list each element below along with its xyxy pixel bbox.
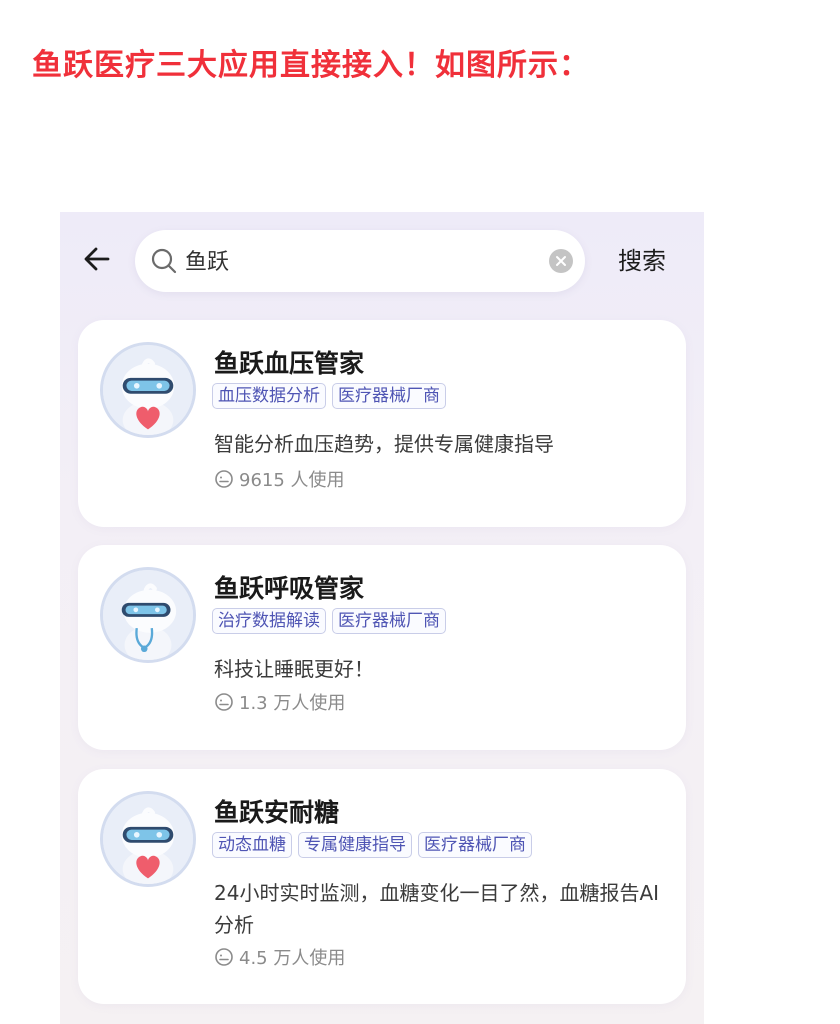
back-arrow-icon[interactable] [80, 242, 114, 276]
tag: 治疗数据解读 [212, 608, 326, 634]
tag: 专属健康指导 [298, 832, 412, 858]
card-description: 智能分析血压趋势，提供专属健康指导 [214, 432, 554, 456]
tag: 动态血糖 [212, 832, 292, 858]
card-description: 科技让睡眠更好！ [214, 657, 374, 681]
headline: 鱼跃医疗三大应用直接接入！如图所示： [32, 48, 590, 83]
tag: 医疗器械厂商 [332, 608, 446, 634]
result-card[interactable]: 鱼跃安耐糖 动态血糖 专属健康指导 医疗器械厂商 24小时实时监测，血糖变化一目… [78, 769, 686, 1004]
search-input[interactable] [185, 240, 525, 280]
result-card[interactable]: 鱼跃呼吸管家 治疗数据解读 医疗器械厂商 科技让睡眠更好！ 1.3 万人使用 [78, 545, 686, 750]
search-bar: 搜索 [60, 212, 704, 312]
robot-mascot-icon [100, 567, 196, 663]
search-button[interactable]: 搜索 [618, 241, 666, 276]
search-icon [150, 247, 178, 275]
tag: 医疗器械厂商 [332, 383, 446, 409]
user-chat-icon [215, 948, 233, 966]
search-field[interactable] [135, 230, 585, 292]
usage-text: 9615 人使用 [239, 470, 345, 491]
clear-icon[interactable] [548, 248, 574, 274]
card-description: 24小时实时监测，血糖变化一目了然，血糖报告AI分析 [214, 881, 660, 937]
robot-mascot-icon [100, 342, 196, 438]
card-title: 鱼跃血压管家 [214, 349, 365, 378]
tag-list: 治疗数据解读 医疗器械厂商 [212, 608, 446, 634]
tag-list: 动态血糖 专属健康指导 医疗器械厂商 [212, 832, 532, 858]
usage-count: 4.5 万人使用 [214, 944, 345, 970]
card-title: 鱼跃安耐糖 [214, 798, 340, 827]
user-chat-icon [215, 693, 233, 711]
usage-text: 1.3 万人使用 [239, 693, 346, 714]
robot-mascot-icon [100, 791, 196, 887]
tag: 医疗器械厂商 [418, 832, 532, 858]
usage-text: 4.5 万人使用 [239, 948, 346, 969]
tag: 血压数据分析 [212, 383, 326, 409]
card-title: 鱼跃呼吸管家 [214, 574, 365, 603]
tag-list: 血压数据分析 医疗器械厂商 [212, 383, 446, 409]
usage-count: 9615 人使用 [214, 466, 345, 492]
result-card[interactable]: 鱼跃血压管家 血压数据分析 医疗器械厂商 智能分析血压趋势，提供专属健康指导 9… [78, 320, 686, 527]
app-screen: 搜索 鱼跃血压管家 血压数据分析 医疗器械厂商 智能分析血压趋势，提供专属健康指… [60, 212, 704, 1024]
user-chat-icon [215, 470, 233, 488]
usage-count: 1.3 万人使用 [214, 689, 345, 715]
